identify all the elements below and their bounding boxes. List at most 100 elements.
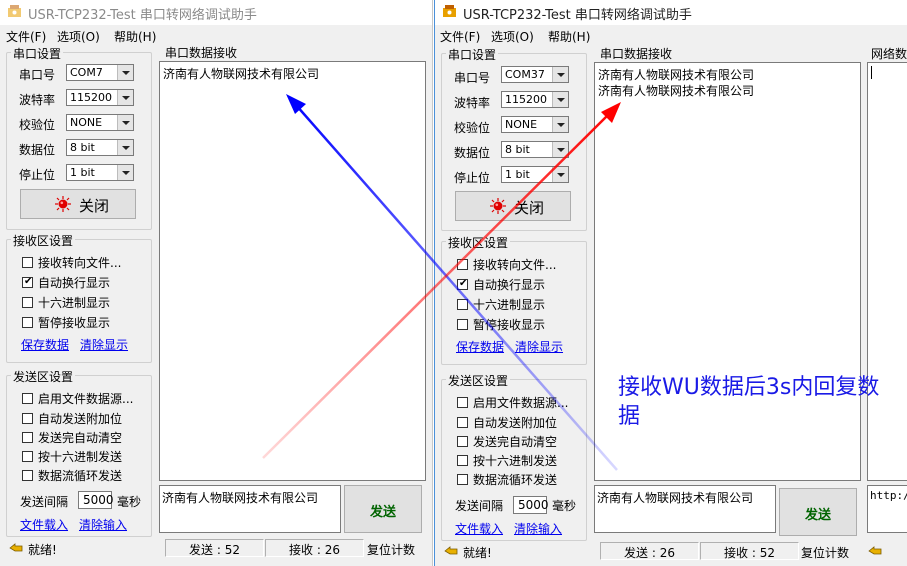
chevron-down-icon [117, 115, 133, 130]
hex-display-label: 十六进制显示 [473, 298, 546, 312]
hex-display-checkbox[interactable] [457, 299, 468, 310]
group-title: 网络数 [869, 45, 907, 62]
hex-send-label: 按十六进制发送 [38, 450, 123, 464]
file-load-link[interactable]: 文件载入 [20, 516, 68, 533]
hex-send-checkbox[interactable] [457, 455, 468, 466]
clear-display-link[interactable]: 清除显示 [80, 336, 128, 353]
auto-clear-checkbox[interactable] [457, 436, 468, 447]
net-send-textarea[interactable]: http:/ [867, 485, 907, 533]
databits-label: 数据位 [454, 146, 491, 160]
hand-pointer-icon [9, 543, 23, 552]
port-select[interactable]: COM37 [501, 66, 569, 83]
menu-options[interactable]: 选项(O) [57, 28, 100, 45]
close-port-button[interactable]: 关闭 [20, 189, 136, 219]
file-load-link[interactable]: 文件载入 [455, 520, 503, 537]
databits-select[interactable]: 8 bit [501, 141, 569, 158]
clear-display-link[interactable]: 清除显示 [515, 338, 563, 355]
port-label: 串口号 [454, 71, 491, 85]
stopbits-label: 停止位 [19, 168, 56, 182]
menu-file[interactable]: 文件(F) [6, 28, 46, 45]
recv-textarea[interactable]: 济南有人物联网技术有限公司 [159, 61, 426, 481]
databits-select[interactable]: 8 bit [66, 139, 134, 156]
recv-to-file-checkbox[interactable] [457, 259, 468, 270]
baud-select[interactable]: 115200 [501, 91, 569, 108]
hex-display-checkbox[interactable] [22, 297, 33, 308]
send-textarea[interactable]: 济南有人物联网技术有限公司 [594, 485, 776, 533]
reset-count-button[interactable]: 复位计数 [801, 544, 849, 561]
group-title: 发送区设置 [11, 368, 76, 385]
stopbits-label: 停止位 [454, 171, 491, 185]
save-data-link[interactable]: 保存数据 [456, 338, 504, 355]
baud-select[interactable]: 115200 [66, 89, 134, 106]
save-data-link[interactable]: 保存数据 [21, 336, 69, 353]
menu-bar: 文件(F) 选项(O) 帮助(H) [435, 25, 907, 45]
loop-send-checkbox[interactable] [22, 470, 33, 481]
clear-input-link[interactable]: 清除输入 [514, 520, 562, 537]
menu-file[interactable]: 文件(F) [440, 28, 480, 45]
clear-input-link[interactable]: 清除输入 [79, 516, 127, 533]
file-source-checkbox[interactable] [22, 393, 33, 404]
group-title: 发送区设置 [446, 372, 511, 389]
baud-label: 波特率 [19, 93, 56, 107]
chevron-down-icon [117, 65, 133, 80]
recv-to-file-label: 接收转向文件... [473, 258, 557, 272]
file-source-checkbox[interactable] [457, 397, 468, 408]
interval-input[interactable]: 5000 [513, 496, 549, 514]
pause-recv-label: 暂停接收显示 [38, 316, 111, 330]
send-button[interactable]: 发送 [779, 488, 857, 536]
loop-send-checkbox[interactable] [457, 474, 468, 485]
close-port-button[interactable]: 关闭 [455, 191, 571, 221]
chevron-down-icon [552, 117, 568, 132]
databits-label: 数据位 [19, 143, 56, 157]
port-label: 串口号 [19, 68, 56, 82]
text-cursor [871, 66, 872, 79]
pause-recv-label: 暂停接收显示 [473, 318, 546, 332]
auto-wrap-checkbox[interactable]: ✔ [457, 278, 468, 290]
checkmark-icon: ✔ [24, 276, 33, 287]
chevron-down-icon [117, 90, 133, 105]
auto-append-checkbox[interactable] [22, 413, 33, 424]
serial-settings-group: 串口设置 串口号 COM7 波特率 115200 校验位 NONE 数据位 8 … [6, 45, 152, 230]
title-bar[interactable]: USR-TCP232-Test 串口转网络调试助手 [0, 0, 432, 25]
group-title: 接收区设置 [11, 232, 76, 249]
group-title: 串口设置 [446, 46, 499, 63]
auto-wrap-checkbox[interactable]: ✔ [22, 276, 33, 288]
interval-label: 发送间隔 [20, 495, 69, 509]
recv-to-file-checkbox[interactable] [22, 257, 33, 268]
chevron-down-icon [552, 67, 568, 82]
chevron-down-icon [552, 142, 568, 157]
close-label: 关闭 [79, 197, 110, 215]
port-select[interactable]: COM7 [66, 64, 134, 81]
menu-options[interactable]: 选项(O) [491, 28, 534, 45]
group-title: 串口设置 [11, 45, 64, 62]
title-bar[interactable]: USR-TCP232-Test 串口转网络调试助手 [435, 0, 907, 25]
stopbits-select[interactable]: 1 bit [66, 164, 134, 181]
serial-settings-group: 串口设置 串口号 COM37 波特率 115200 校验位 NONE 数据位 8… [441, 46, 587, 231]
hex-send-checkbox[interactable] [22, 451, 33, 462]
reset-count-button[interactable]: 复位计数 [367, 541, 415, 558]
send-button[interactable]: 发送 [344, 485, 422, 533]
chevron-down-icon [552, 92, 568, 107]
menu-bar: 文件(F) 选项(O) 帮助(H) [0, 25, 432, 45]
window-left: USR-TCP232-Test 串口转网络调试助手 文件(F) 选项(O) 帮助… [0, 0, 433, 566]
parity-label: 校验位 [454, 121, 491, 135]
hand-pointer-icon [444, 546, 458, 555]
stopbits-select[interactable]: 1 bit [501, 166, 569, 183]
pause-recv-checkbox[interactable] [457, 319, 468, 330]
recv-area-group: 串口数据接收 济南有人物联网技术有限公司 [159, 44, 426, 481]
parity-select[interactable]: NONE [501, 116, 569, 133]
loop-send-label: 数据流循环发送 [38, 469, 123, 483]
menu-help[interactable]: 帮助(H) [548, 28, 590, 45]
send-textarea[interactable]: 济南有人物联网技术有限公司 [159, 485, 341, 533]
interval-input[interactable]: 5000 [78, 491, 114, 509]
group-title: 串口数据接收 [163, 44, 240, 61]
auto-clear-checkbox[interactable] [22, 432, 33, 443]
pause-recv-checkbox[interactable] [22, 317, 33, 328]
hex-send-label: 按十六进制发送 [473, 454, 558, 468]
menu-help[interactable]: 帮助(H) [114, 28, 156, 45]
auto-append-checkbox[interactable] [457, 417, 468, 428]
parity-select[interactable]: NONE [66, 114, 134, 131]
status-bar: 就绪! 发送 : 26 接收 : 52 复位计数 [435, 542, 907, 560]
window-right: USR-TCP232-Test 串口转网络调试助手 文件(F) 选项(O) 帮助… [434, 0, 907, 566]
interval-unit: 毫秒 [552, 499, 577, 513]
